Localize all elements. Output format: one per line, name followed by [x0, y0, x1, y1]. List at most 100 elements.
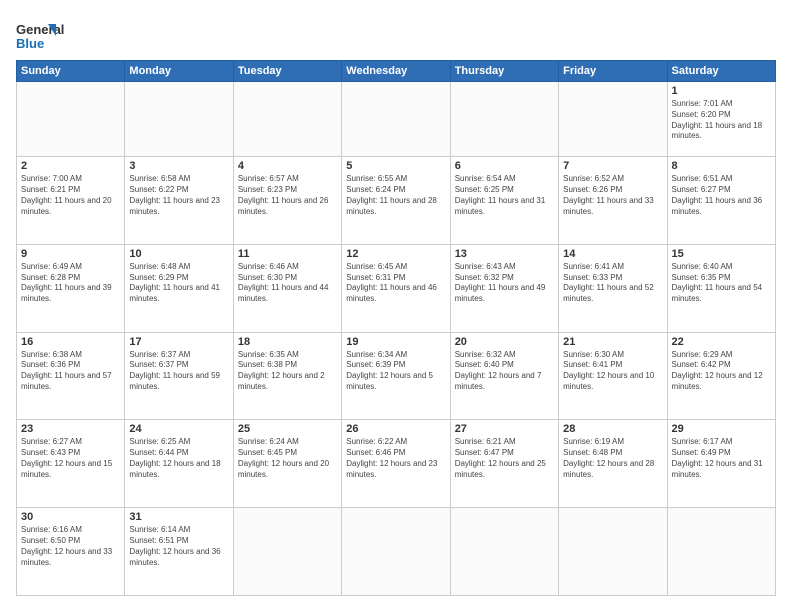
day-info: Sunrise: 6:45 AM Sunset: 6:31 PM Dayligh… — [346, 262, 445, 305]
day-info: Sunrise: 6:55 AM Sunset: 6:24 PM Dayligh… — [346, 174, 445, 217]
day-number: 2 — [21, 160, 120, 172]
calendar-cell: 21Sunrise: 6:30 AM Sunset: 6:41 PM Dayli… — [559, 332, 667, 420]
week-row-5: 23Sunrise: 6:27 AM Sunset: 6:43 PM Dayli… — [17, 420, 776, 508]
day-number: 27 — [455, 423, 554, 435]
day-info: Sunrise: 6:32 AM Sunset: 6:40 PM Dayligh… — [455, 350, 554, 393]
day-number: 25 — [238, 423, 337, 435]
page: General Blue SundayMondayTuesdayWednesda… — [0, 0, 792, 612]
day-info: Sunrise: 6:21 AM Sunset: 6:47 PM Dayligh… — [455, 437, 554, 480]
calendar-cell: 2 Sunrise: 7:00 AM Sunset: 6:21 PM Daylig… — [17, 157, 125, 245]
day-number: 8 — [672, 160, 771, 172]
calendar-cell: 6 Sunrise: 6:54 AM Sunset: 6:25 PM Daylig… — [450, 157, 558, 245]
calendar-cell: 7Sunrise: 6:52 AM Sunset: 6:26 PM Daylig… — [559, 157, 667, 245]
day-number: 10 — [129, 248, 228, 260]
day-number: 14 — [563, 248, 662, 260]
day-info: Sunrise: 6:29 AM Sunset: 6:42 PM Dayligh… — [672, 350, 771, 393]
calendar-cell: 3 Sunrise: 6:58 AM Sunset: 6:22 PM Daylig… — [125, 157, 233, 245]
day-number: 6 — [455, 160, 554, 172]
day-info: Sunrise: 6:35 AM Sunset: 6:38 PM Dayligh… — [238, 350, 337, 393]
calendar-cell: 15 Sunrise: 6:40 AM Sunset: 6:35 PM Dayli… — [667, 244, 775, 332]
calendar-cell: 19 Sunrise: 6:34 AM Sunset: 6:39 PM Dayli… — [342, 332, 450, 420]
calendar-cell: 31 Sunrise: 6:14 AM Sunset: 6:51 PM Dayli… — [125, 508, 233, 596]
day-info: Sunrise: 6:37 AM Sunset: 6:37 PM Dayligh… — [129, 350, 228, 393]
day-number: 3 — [129, 160, 228, 172]
calendar-cell: 10Sunrise: 6:48 AM Sunset: 6:29 PM Dayli… — [125, 244, 233, 332]
calendar-cell — [559, 508, 667, 596]
weekday-saturday: Saturday — [667, 61, 775, 82]
day-number: 19 — [346, 336, 445, 348]
day-number: 17 — [129, 336, 228, 348]
calendar-cell: 16Sunrise: 6:38 AM Sunset: 6:36 PM Dayli… — [17, 332, 125, 420]
day-info: Sunrise: 6:25 AM Sunset: 6:44 PM Dayligh… — [129, 437, 228, 480]
day-info: Sunrise: 7:00 AM Sunset: 6:21 PM Dayligh… — [21, 174, 120, 217]
day-info: Sunrise: 6:57 AM Sunset: 6:23 PM Dayligh… — [238, 174, 337, 217]
day-info: Sunrise: 6:46 AM Sunset: 6:30 PM Dayligh… — [238, 262, 337, 305]
calendar-cell: 26 Sunrise: 6:22 AM Sunset: 6:46 PM Dayli… — [342, 420, 450, 508]
day-number: 1 — [672, 85, 771, 97]
day-info: Sunrise: 6:34 AM Sunset: 6:39 PM Dayligh… — [346, 350, 445, 393]
calendar-cell: 12 Sunrise: 6:45 AM Sunset: 6:31 PM Dayli… — [342, 244, 450, 332]
calendar-cell: 17 Sunrise: 6:37 AM Sunset: 6:37 PM Dayli… — [125, 332, 233, 420]
day-number: 9 — [21, 248, 120, 260]
day-number: 12 — [346, 248, 445, 260]
calendar-cell — [342, 508, 450, 596]
day-number: 13 — [455, 248, 554, 260]
weekday-friday: Friday — [559, 61, 667, 82]
calendar-cell: 18 Sunrise: 6:35 AM Sunset: 6:38 PM Dayli… — [233, 332, 341, 420]
calendar-cell — [450, 82, 558, 157]
day-info: Sunrise: 6:30 AM Sunset: 6:41 PM Dayligh… — [563, 350, 662, 393]
weekday-tuesday: Tuesday — [233, 61, 341, 82]
calendar-cell — [342, 82, 450, 157]
calendar-cell: 11Sunrise: 6:46 AM Sunset: 6:30 PM Dayli… — [233, 244, 341, 332]
calendar-cell: 23Sunrise: 6:27 AM Sunset: 6:43 PM Dayli… — [17, 420, 125, 508]
day-info: Sunrise: 6:22 AM Sunset: 6:46 PM Dayligh… — [346, 437, 445, 480]
calendar-cell: 24 Sunrise: 6:25 AM Sunset: 6:44 PM Dayli… — [125, 420, 233, 508]
day-number: 30 — [21, 511, 120, 523]
day-info: Sunrise: 6:52 AM Sunset: 6:26 PM Dayligh… — [563, 174, 662, 217]
day-number: 22 — [672, 336, 771, 348]
calendar-cell: 13 Sunrise: 6:43 AM Sunset: 6:32 PM Dayli… — [450, 244, 558, 332]
day-number: 24 — [129, 423, 228, 435]
day-number: 15 — [672, 248, 771, 260]
svg-text:General: General — [16, 22, 64, 37]
day-info: Sunrise: 6:41 AM Sunset: 6:33 PM Dayligh… — [563, 262, 662, 305]
weekday-header-row: SundayMondayTuesdayWednesdayThursdayFrid… — [17, 61, 776, 82]
weekday-monday: Monday — [125, 61, 233, 82]
day-info: Sunrise: 6:58 AM Sunset: 6:22 PM Dayligh… — [129, 174, 228, 217]
day-info: Sunrise: 6:40 AM Sunset: 6:35 PM Dayligh… — [672, 262, 771, 305]
logo: General Blue — [16, 16, 86, 52]
calendar-cell: 1 Sunrise: 7:01 AM Sunset: 6:20 PM Daylig… — [667, 82, 775, 157]
calendar-cell: 22 Sunrise: 6:29 AM Sunset: 6:42 PM Dayli… — [667, 332, 775, 420]
day-number: 4 — [238, 160, 337, 172]
day-info: Sunrise: 7:01 AM Sunset: 6:20 PM Dayligh… — [672, 99, 771, 142]
day-info: Sunrise: 6:14 AM Sunset: 6:51 PM Dayligh… — [129, 525, 228, 568]
calendar-cell — [125, 82, 233, 157]
calendar-cell — [17, 82, 125, 157]
calendar-cell — [450, 508, 558, 596]
svg-text:Blue: Blue — [16, 36, 44, 51]
calendar-cell: 8Sunrise: 6:51 AM Sunset: 6:27 PM Daylig… — [667, 157, 775, 245]
week-row-4: 16Sunrise: 6:38 AM Sunset: 6:36 PM Dayli… — [17, 332, 776, 420]
calendar-cell: 29Sunrise: 6:17 AM Sunset: 6:49 PM Dayli… — [667, 420, 775, 508]
day-info: Sunrise: 6:49 AM Sunset: 6:28 PM Dayligh… — [21, 262, 120, 305]
day-info: Sunrise: 6:54 AM Sunset: 6:25 PM Dayligh… — [455, 174, 554, 217]
day-number: 5 — [346, 160, 445, 172]
day-info: Sunrise: 6:24 AM Sunset: 6:45 PM Dayligh… — [238, 437, 337, 480]
day-number: 26 — [346, 423, 445, 435]
calendar-cell — [667, 508, 775, 596]
day-number: 28 — [563, 423, 662, 435]
calendar-cell: 4 Sunrise: 6:57 AM Sunset: 6:23 PM Daylig… — [233, 157, 341, 245]
calendar-table: SundayMondayTuesdayWednesdayThursdayFrid… — [16, 60, 776, 596]
calendar-cell: 27 Sunrise: 6:21 AM Sunset: 6:47 PM Dayli… — [450, 420, 558, 508]
day-number: 29 — [672, 423, 771, 435]
calendar-cell: 9 Sunrise: 6:49 AM Sunset: 6:28 PM Daylig… — [17, 244, 125, 332]
week-row-1: 1 Sunrise: 7:01 AM Sunset: 6:20 PM Daylig… — [17, 82, 776, 157]
weekday-thursday: Thursday — [450, 61, 558, 82]
day-info: Sunrise: 6:43 AM Sunset: 6:32 PM Dayligh… — [455, 262, 554, 305]
calendar-cell — [233, 508, 341, 596]
day-number: 31 — [129, 511, 228, 523]
day-info: Sunrise: 6:16 AM Sunset: 6:50 PM Dayligh… — [21, 525, 120, 568]
calendar-cell: 5 Sunrise: 6:55 AM Sunset: 6:24 PM Daylig… — [342, 157, 450, 245]
week-row-3: 9 Sunrise: 6:49 AM Sunset: 6:28 PM Daylig… — [17, 244, 776, 332]
day-number: 18 — [238, 336, 337, 348]
